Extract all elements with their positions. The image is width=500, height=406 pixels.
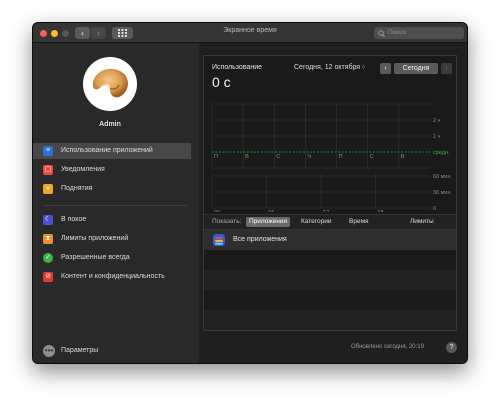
sidebar-item-always-allowed[interactable]: ✓ Разрешенные всегда [33, 250, 191, 266]
weekday-label: В [245, 154, 249, 160]
usage-panel: Использование 0 с Сегодня, 12 октября ◊ … [203, 55, 457, 331]
sidebar-item-content-privacy[interactable]: ⊘ Контент и конфиденциальность [33, 269, 191, 285]
sidebar-item-label: Поднятия [61, 185, 93, 192]
notification-badge-icon: ▢ [43, 165, 53, 175]
app-name: Все приложения [233, 236, 287, 243]
search-field[interactable]: Поиск [374, 27, 464, 39]
list-item[interactable]: Все приложения [204, 230, 456, 250]
weekday-label: П [214, 154, 218, 160]
weekly-y-tick-label: 2 ч [433, 118, 441, 124]
weekday-label: С [276, 154, 280, 160]
screen-time-window: ‹ › Экранное время Поиск Admin ≡ Использ… [32, 22, 468, 364]
tab-categories[interactable]: Категории [298, 217, 335, 227]
today-button[interactable]: Сегодня [394, 63, 438, 74]
title-bar: ‹ › Экранное время Поиск [33, 23, 467, 43]
hourly-y-tick-label: 0 [433, 206, 436, 212]
usage-chart: 2 ч1 чсредн.ПВСЧПСВ60 мин30 мин000061218 [211, 103, 451, 212]
date-label: Сегодня, 12 октября [294, 64, 361, 71]
hourly-x-tick-label: 18 [378, 210, 384, 212]
sidebar-item-label: Использование приложений [61, 147, 153, 154]
stack-layers-icon [213, 234, 225, 246]
no-entry-icon: ⊘ [43, 272, 53, 282]
usage-total: 0 с [212, 74, 231, 90]
help-button[interactable]: ? [446, 342, 457, 353]
sidebar-item-label: Лимиты приложений [61, 235, 129, 242]
hourly-x-tick-label: 12 [323, 210, 329, 212]
downtime-moon-icon: ☾ [43, 215, 53, 225]
limits-column-header: Лимиты [410, 218, 434, 225]
stack-layers-icon: ≡ [43, 146, 53, 156]
search-placeholder: Поиск [388, 29, 407, 36]
search-icon [378, 30, 385, 37]
pickups-icon: ▪ [43, 184, 53, 194]
sidebar-item-downtime[interactable]: ☾ В покое [33, 212, 191, 228]
hourly-x-tick-label: 06 [269, 210, 275, 212]
sidebar-item-label: В покое [61, 216, 87, 223]
next-day-button[interactable]: › [441, 63, 452, 74]
sidebar-item-app-usage[interactable]: ≡ Использование приложений [33, 143, 191, 159]
last-updated: Обновлено сегодня, 20:19 [351, 344, 424, 350]
user-name: Admin [99, 121, 121, 128]
list-item [204, 310, 456, 330]
hourly-x-tick-label: 00 [214, 210, 220, 212]
stepper-icon: ◊ [362, 65, 366, 71]
previous-day-button[interactable]: ‹ [380, 63, 391, 74]
sidebar-item-label: Разрешенные всегда [61, 254, 130, 261]
list-item [204, 250, 456, 270]
show-label: Показать: [212, 218, 242, 225]
list-item [204, 270, 456, 290]
list-item [204, 290, 456, 310]
average-label: средн. [433, 150, 450, 156]
weekly-y-tick-label: 1 ч [433, 134, 441, 140]
tab-apps[interactable]: Приложения [246, 217, 291, 227]
sidebar-divider [43, 205, 187, 206]
user-avatar[interactable] [83, 57, 137, 111]
sidebar-item-app-limits[interactable]: ⧗ Лимиты приложений [33, 231, 191, 247]
fortune-cookie-picture [92, 68, 128, 98]
settings-label: Параметры [61, 347, 99, 354]
weekday-label: П [339, 154, 343, 160]
sidebar-item-notifications[interactable]: ▢ Уведомления [33, 162, 191, 178]
sidebar-item-label: Уведомления [61, 166, 105, 173]
weekday-label: С [370, 154, 374, 160]
usage-label: Использование [212, 64, 263, 71]
sidebar-item-pickups[interactable]: ▪ Поднятия [33, 181, 191, 197]
date-selector[interactable]: Сегодня, 12 октября ◊ [294, 64, 365, 71]
weekday-label: Ч [307, 154, 311, 160]
checkmark-icon: ✓ [43, 253, 53, 263]
tab-time[interactable]: Время [346, 217, 372, 227]
hourly-y-tick-label: 60 мин [433, 174, 451, 180]
hourly-y-tick-label: 30 мин [433, 190, 451, 196]
weekday-label: В [401, 154, 405, 160]
sidebar: Admin ≡ Использование приложений ▢ Уведо… [33, 43, 199, 363]
ellipsis-icon: ••• [43, 345, 55, 357]
sidebar-item-label: Контент и конфиденциальность [61, 273, 165, 280]
hourglass-icon: ⧗ [43, 234, 53, 244]
filter-bar: Показать: Приложения Категории Время Лим… [204, 214, 456, 230]
